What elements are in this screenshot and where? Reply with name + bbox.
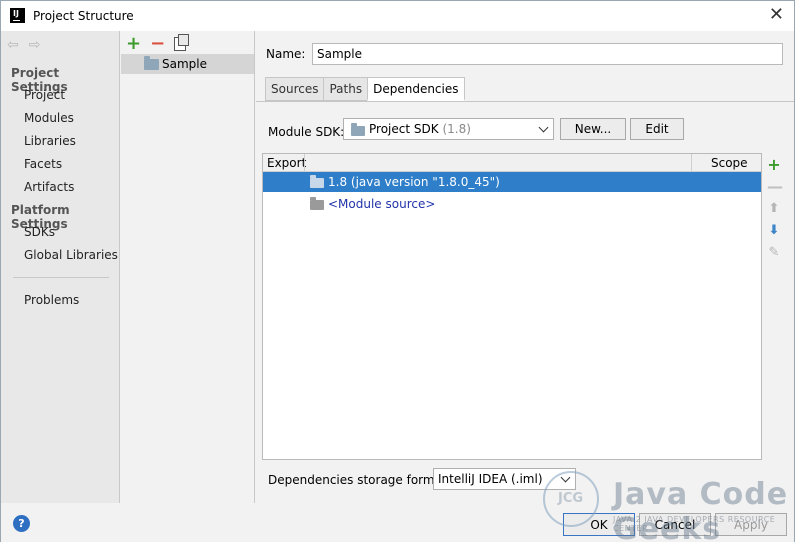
sidebar-divider <box>13 277 109 278</box>
back-arrow-icon[interactable]: ⇦ <box>7 37 19 53</box>
source-folder-icon <box>310 197 324 210</box>
module-toolbar: + − <box>126 34 190 54</box>
project-structure-dialog: IJ Project Structure ✕ ⇦ ⇨ Project Setti… <box>0 0 795 542</box>
tab-sources[interactable]: Sources <box>265 77 324 101</box>
move-up-icon[interactable]: ⬆ <box>767 201 781 217</box>
new-sdk-button[interactable]: New... <box>560 118 626 140</box>
copy-module-icon[interactable] <box>174 34 190 51</box>
tab-dependencies[interactable]: Dependencies <box>367 77 465 101</box>
help-icon[interactable]: ? <box>13 515 30 532</box>
window-title: Project Structure <box>33 9 134 23</box>
ok-button[interactable]: OK <box>563 513 635 536</box>
table-row[interactable]: <Module source> <box>263 194 761 214</box>
dependency-label: <Module source> <box>328 197 436 211</box>
edit-dependency-icon[interactable]: ✎ <box>767 245 781 261</box>
table-row[interactable]: 1.8 (java version "1.8.0_45") <box>263 172 761 192</box>
remove-module-icon[interactable]: − <box>150 35 165 53</box>
sidebar-item-project[interactable]: Project <box>24 88 65 102</box>
apply-button[interactable]: Apply <box>715 513 787 536</box>
module-name-input[interactable]: Sample <box>312 43 783 65</box>
module-folder-icon <box>144 56 159 70</box>
sidebar-item-modules[interactable]: Modules <box>24 111 74 125</box>
sdk-version: (1.8) <box>442 122 471 136</box>
module-sdk-dropdown[interactable]: Project SDK (1.8) <box>343 118 554 140</box>
dependency-label: 1.8 (java version "1.8.0_45") <box>328 175 500 189</box>
storage-format-label: Dependencies storage format: <box>268 473 451 487</box>
module-sdk-label: Module SDK: <box>268 125 345 139</box>
sidebar-item-problems[interactable]: Problems <box>24 293 79 307</box>
cancel-button[interactable]: Cancel <box>639 513 711 536</box>
column-export[interactable]: Export <box>267 156 306 170</box>
column-divider <box>691 154 692 172</box>
module-sdk-value: Project SDK (1.8) <box>369 122 471 136</box>
name-label: Name: <box>266 47 306 61</box>
chevron-down-icon <box>538 122 549 133</box>
edit-sdk-button[interactable]: Edit <box>630 118 684 140</box>
storage-format-value: IntelliJ IDEA (.iml) <box>438 472 543 486</box>
module-tabs: Sources Paths Dependencies <box>265 77 465 101</box>
column-scope[interactable]: Scope <box>711 156 748 170</box>
sdk-name: Project SDK <box>369 122 439 136</box>
storage-format-dropdown[interactable]: IntelliJ IDEA (.iml) <box>433 468 576 490</box>
module-list-panel: + − Sample <box>121 31 255 503</box>
column-divider <box>304 154 305 172</box>
close-icon[interactable]: ✕ <box>769 6 784 24</box>
table-header: Export Scope <box>263 154 761 172</box>
dependencies-table: Export Scope 1.8 (java version "1.8.0_45… <box>262 153 762 460</box>
sidebar-item-facets[interactable]: Facets <box>24 157 62 171</box>
module-item-sample[interactable]: Sample <box>121 54 254 74</box>
sidebar-item-libraries[interactable]: Libraries <box>24 134 76 148</box>
sdk-folder-icon <box>351 123 365 136</box>
remove-dependency-icon[interactable]: — <box>767 179 783 195</box>
intellij-logo-icon: IJ <box>10 8 25 23</box>
title-bar: IJ Project Structure ✕ <box>1 1 794 31</box>
add-module-icon[interactable]: + <box>126 35 141 53</box>
add-dependency-icon[interactable]: + <box>767 157 781 173</box>
forward-arrow-icon[interactable]: ⇨ <box>29 37 41 53</box>
chevron-down-icon <box>560 472 571 483</box>
dialog-footer: ? OK Cancel Apply <box>1 503 794 542</box>
sidebar-item-sdks[interactable]: SDKs <box>24 225 55 239</box>
nav-arrows: ⇦ ⇨ <box>7 37 40 53</box>
module-item-label: Sample <box>162 57 207 71</box>
sidebar-item-artifacts[interactable]: Artifacts <box>24 180 74 194</box>
sidebar-item-global-libraries[interactable]: Global Libraries <box>24 248 118 262</box>
sdk-folder-icon <box>310 175 324 188</box>
tab-paths[interactable]: Paths <box>323 77 368 101</box>
settings-sidebar: ⇦ ⇨ Project Settings Project Modules Lib… <box>1 31 120 503</box>
dependency-toolbar: + — ⬆ ⬇ ✎ <box>763 153 785 460</box>
move-down-icon[interactable]: ⬇ <box>767 223 781 239</box>
